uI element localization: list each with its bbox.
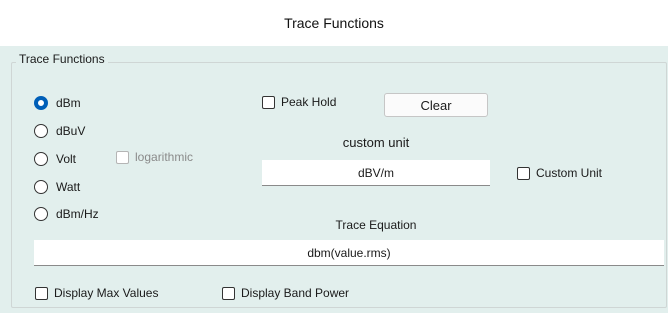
radio-dbm-hz[interactable]: dBm/Hz (34, 205, 99, 223)
radio-dbm-indicator[interactable] (34, 96, 48, 110)
peak-hold-checkbox-box[interactable] (262, 95, 275, 109)
trace-equation-heading: Trace Equation (335, 218, 417, 232)
custom-unit-input[interactable]: dBV/m (262, 160, 490, 186)
radio-dbm-label: dBm (56, 96, 81, 110)
group-legend: Trace Functions (16, 52, 108, 66)
radio-dbm-hz-label: dBm/Hz (56, 207, 99, 221)
peak-hold-checkbox[interactable]: Peak Hold (262, 95, 336, 109)
radio-volt-indicator[interactable] (34, 152, 48, 166)
radio-dbm-hz-indicator[interactable] (34, 207, 48, 221)
custom-unit-checkbox-box[interactable] (517, 166, 530, 180)
radio-dbm[interactable]: dBm (34, 94, 81, 112)
radio-dbuv-label: dBuV (56, 124, 86, 138)
radio-dbuv[interactable]: dBuV (34, 122, 85, 140)
display-band-power-label: Display Band Power (241, 286, 350, 300)
logarithmic-label: logarithmic (135, 150, 194, 164)
trace-functions-window: Trace Functions Trace Functions dBm dBuV… (0, 0, 668, 313)
peak-hold-label: Peak Hold (281, 95, 337, 109)
radio-dbuv-indicator[interactable] (34, 124, 48, 138)
radio-volt[interactable]: Volt (34, 150, 76, 168)
radio-watt-indicator[interactable] (34, 180, 48, 194)
display-max-values-label: Display Max Values (54, 286, 159, 300)
display-band-power-checkbox[interactable]: Display Band Power (222, 286, 349, 300)
radio-watt-label: Watt (56, 180, 81, 194)
custom-unit-checkbox[interactable]: Custom Unit (517, 166, 602, 180)
radio-volt-label: Volt (56, 152, 77, 166)
clear-button[interactable]: Clear (384, 93, 488, 117)
display-max-values-checkbox-box[interactable] (35, 286, 48, 300)
trace-equation-input[interactable]: dbm(value.rms) (34, 240, 664, 266)
custom-unit-checkbox-label: Custom Unit (536, 166, 603, 180)
custom-unit-heading: custom unit (342, 135, 410, 150)
logarithmic-checkbox-box[interactable] (116, 150, 129, 164)
window-title: Trace Functions (0, 0, 668, 46)
display-max-values-checkbox[interactable]: Display Max Values (35, 286, 158, 300)
radio-watt[interactable]: Watt (34, 178, 80, 196)
display-band-power-checkbox-box[interactable] (222, 286, 235, 300)
logarithmic-checkbox[interactable]: logarithmic (116, 150, 193, 164)
